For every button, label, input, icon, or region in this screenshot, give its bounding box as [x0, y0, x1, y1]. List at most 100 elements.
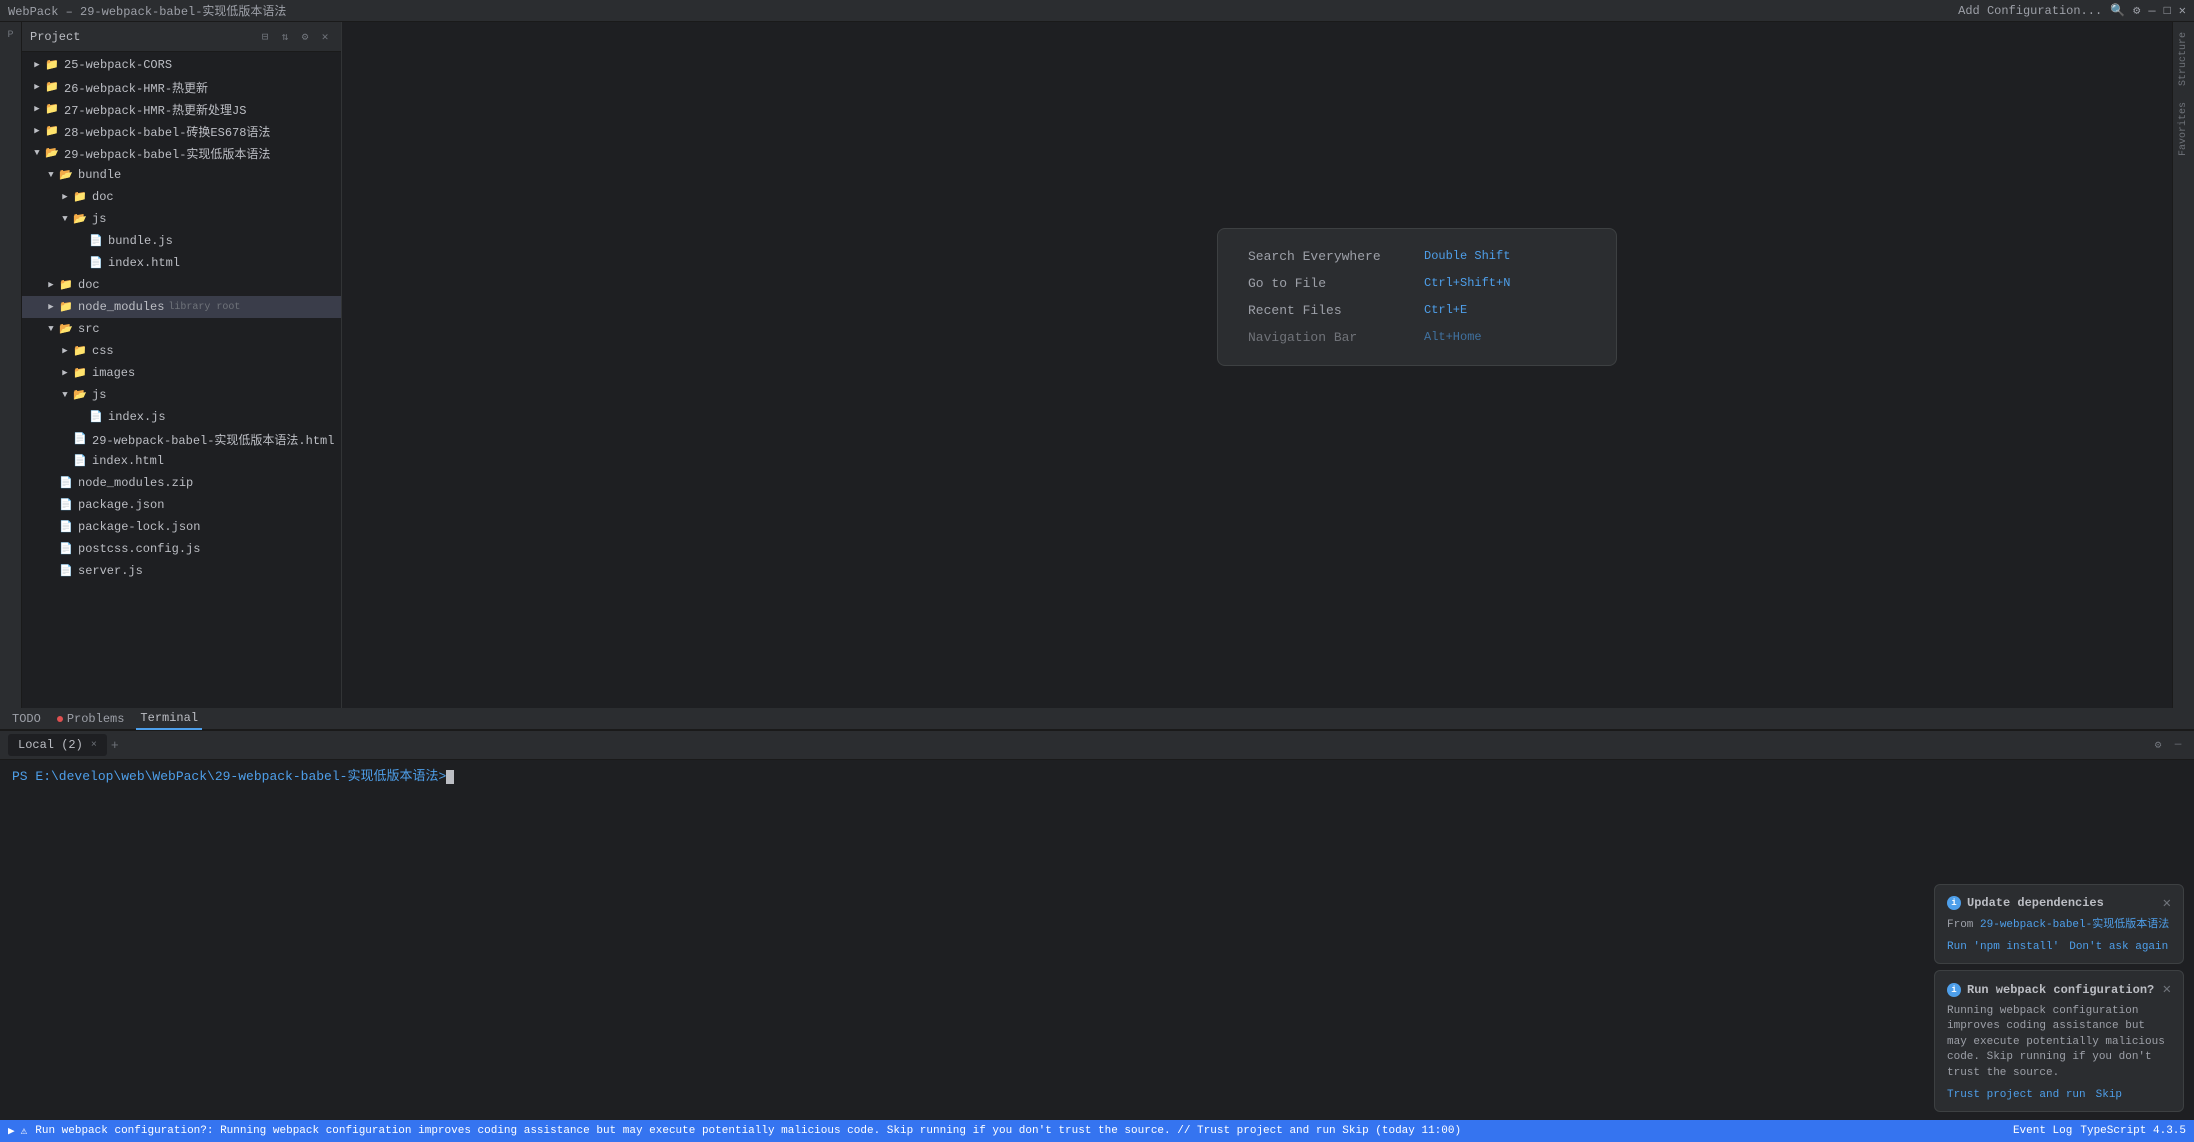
collapse-all-icon[interactable]: ⊟	[257, 29, 273, 45]
notification-from-text: From	[1947, 919, 1980, 931]
terminal-content[interactable]: PS E:\develop\web\WebPack\29-webpack-bab…	[0, 760, 2194, 1120]
dont-ask-again-button[interactable]: Don't ask again	[2069, 941, 2168, 953]
json-file-icon: 📄	[58, 497, 74, 513]
tree-item-doc2[interactable]: ▶ 📁 doc	[22, 274, 341, 296]
skip-button[interactable]: Skip	[2096, 1089, 2122, 1101]
tree-item-25-webpack-CORS[interactable]: ▶ 📁 25-webpack-CORS	[22, 54, 341, 76]
tree-item-js2[interactable]: ▼ 📂 js	[22, 384, 341, 406]
search-row-goto-file[interactable]: Go to File Ctrl+Shift+N	[1248, 276, 1586, 291]
close-tree-icon[interactable]: ✕	[317, 29, 333, 45]
goto-file-shortcut: Ctrl+Shift+N	[1424, 276, 1510, 290]
tree-item-index-html-bundle[interactable]: ▶ 📄 index.html	[22, 252, 341, 274]
search-row-nav-bar[interactable]: Navigation Bar Alt+Home	[1248, 330, 1586, 345]
notification-update-close[interactable]: ✕	[2163, 895, 2171, 912]
tree-item-28-webpack-babel[interactable]: ▶ 📁 28-webpack-babel-砖换ES678语法	[22, 120, 341, 142]
folder-icon: 📁	[72, 189, 88, 205]
tree-item-26-webpack-HMR[interactable]: ▶ 📁 26-webpack-HMR-热更新	[22, 76, 341, 98]
arrow-icon: ▶	[44, 278, 58, 292]
tree-item-index-html-src[interactable]: ▶ 📄 index.html	[22, 450, 341, 472]
structure-tab[interactable]: Structure	[2176, 26, 2191, 92]
terminal-local-label: Local (2)	[18, 738, 83, 752]
folder-icon: 📁	[44, 79, 60, 95]
tree-item-package-lock-json[interactable]: ▶ 📄 package-lock.json	[22, 516, 341, 538]
todo-tab-label: TODO	[12, 712, 41, 726]
notification-webpack-title: Run webpack configuration?	[1967, 983, 2154, 997]
settings-icon-btn[interactable]: ⚙	[2133, 3, 2140, 18]
tab-todo[interactable]: TODO	[8, 708, 45, 730]
tree-item-bundle[interactable]: ▼ 📂 bundle	[22, 164, 341, 186]
notification-run-webpack: i Run webpack configuration? ✕ Running w…	[1934, 970, 2184, 1112]
terminal-gear-icon[interactable]: ⚙	[2150, 737, 2166, 753]
tree-item-doc[interactable]: ▶ 📁 doc	[22, 186, 341, 208]
search-icon-btn[interactable]: 🔍	[2110, 3, 2125, 18]
notification-webpack-body: Running webpack configuration improves c…	[1947, 1004, 2171, 1081]
sort-icon[interactable]: ⇅	[277, 29, 293, 45]
tree-item-label: node_modules.zip	[78, 476, 193, 490]
library-badge: library root	[168, 302, 240, 313]
tree-item-js[interactable]: ▼ 📂 js	[22, 208, 341, 230]
sidebar-project-icon[interactable]: P	[2, 26, 20, 44]
add-config-button[interactable]: Add Configuration...	[1958, 4, 2102, 18]
tree-item-css[interactable]: ▶ 📁 css	[22, 340, 341, 362]
tree-item-label: index.js	[108, 410, 166, 424]
run-npm-install-button[interactable]: Run 'npm install'	[1947, 941, 2059, 953]
tree-item-label: doc	[92, 190, 114, 204]
terminal-close-tab-icon[interactable]: ×	[91, 740, 97, 751]
arrow-icon: ▼	[58, 388, 72, 402]
status-bar-icons: ▶ ⚠	[8, 1124, 27, 1138]
js-file-icon: 📄	[58, 563, 74, 579]
tab-problems[interactable]: Problems	[53, 708, 129, 730]
tree-item-label: js	[92, 388, 106, 402]
top-bar-title: WebPack – 29-webpack-babel-实现低版本语法	[8, 2, 286, 19]
tree-item-index-js[interactable]: ▶ 📄 index.js	[22, 406, 341, 428]
zip-file-icon: 📄	[58, 475, 74, 491]
status-bar-message: Run webpack configuration?: Running webp…	[35, 1125, 2005, 1137]
search-popup: Search Everywhere Double Shift Go to Fil…	[1217, 228, 1617, 366]
search-row-recent-files[interactable]: Recent Files Ctrl+E	[1248, 303, 1586, 318]
arrow-icon: ▼	[30, 146, 44, 160]
tree-item-label: package-lock.json	[78, 520, 200, 534]
tree-item-src[interactable]: ▼ 📂 src	[22, 318, 341, 340]
close-icon[interactable]: ✕	[2179, 3, 2186, 18]
trust-and-run-button[interactable]: Trust project and run	[1947, 1089, 2086, 1101]
main-content: P Project ⊟ ⇅ ⚙ ✕ ▶ 📁 25-webpack-CORS ▶ …	[0, 22, 2194, 708]
terminal-local-tab[interactable]: Local (2) ×	[8, 734, 107, 756]
project-tree-content[interactable]: ▶ 📁 25-webpack-CORS ▶ 📁 26-webpack-HMR-热…	[22, 52, 341, 708]
terminal-add-icon[interactable]: +	[111, 738, 119, 753]
tree-item-package-json[interactable]: ▶ 📄 package.json	[22, 494, 341, 516]
terminal-minimize-icon[interactable]: —	[2170, 737, 2186, 753]
tree-item-29-webpack-babel[interactable]: ▼ 📂 29-webpack-babel-实现低版本语法	[22, 142, 341, 164]
notification-project-link[interactable]: 29-webpack-babel-实现低版本语法	[1980, 919, 2169, 931]
tree-item-label: bundle	[78, 168, 121, 182]
project-tree-panel: Project ⊟ ⇅ ⚙ ✕ ▶ 📁 25-webpack-CORS ▶ 📁 …	[22, 22, 342, 708]
maximize-icon[interactable]: □	[2164, 4, 2171, 18]
tree-item-postcss-config[interactable]: ▶ 📄 postcss.config.js	[22, 538, 341, 560]
run-icon[interactable]: ▶	[8, 1124, 15, 1138]
warning-icon: ⚠	[21, 1124, 28, 1138]
folder-icon: 📁	[44, 123, 60, 139]
notification-webpack-close[interactable]: ✕	[2163, 981, 2171, 998]
tree-item-label: js	[92, 212, 106, 226]
notification-webpack-header: i Run webpack configuration? ✕	[1947, 981, 2171, 998]
search-row-everywhere[interactable]: Search Everywhere Double Shift	[1248, 249, 1586, 264]
tree-item-node-modules-zip[interactable]: ▶ 📄 node_modules.zip	[22, 472, 341, 494]
tree-item-label: server.js	[78, 564, 143, 578]
event-log-button[interactable]: Event Log	[2013, 1125, 2072, 1137]
notification-update-title: Update dependencies	[1967, 896, 2104, 910]
tab-terminal[interactable]: Terminal	[136, 708, 202, 730]
favorites-tab[interactable]: Favorites	[2176, 96, 2191, 162]
bottom-tab-bar: TODO Problems Terminal	[0, 708, 2194, 730]
arrow-icon: ▼	[58, 212, 72, 226]
notification-update-actions: Run 'npm install' Don't ask again	[1947, 941, 2171, 953]
tree-item-27-webpack-HMR[interactable]: ▶ 📁 27-webpack-HMR-热更新处理JS	[22, 98, 341, 120]
tree-item-label: images	[92, 366, 135, 380]
project-tree-title: Project	[30, 30, 80, 44]
tree-item-node-modules[interactable]: ▶ 📁 node_modules library root	[22, 296, 341, 318]
tree-item-server-js[interactable]: ▶ 📄 server.js	[22, 560, 341, 582]
tree-item-images[interactable]: ▶ 📁 images	[22, 362, 341, 384]
gear-icon[interactable]: ⚙	[297, 29, 313, 45]
tree-item-bundle-js[interactable]: ▶ 📄 bundle.js	[22, 230, 341, 252]
minimize-icon[interactable]: —	[2148, 4, 2155, 18]
tree-item-29-html[interactable]: ▶ 📄 29-webpack-babel-实现低版本语法.html	[22, 428, 341, 450]
arrow-icon: ▶	[30, 102, 44, 116]
